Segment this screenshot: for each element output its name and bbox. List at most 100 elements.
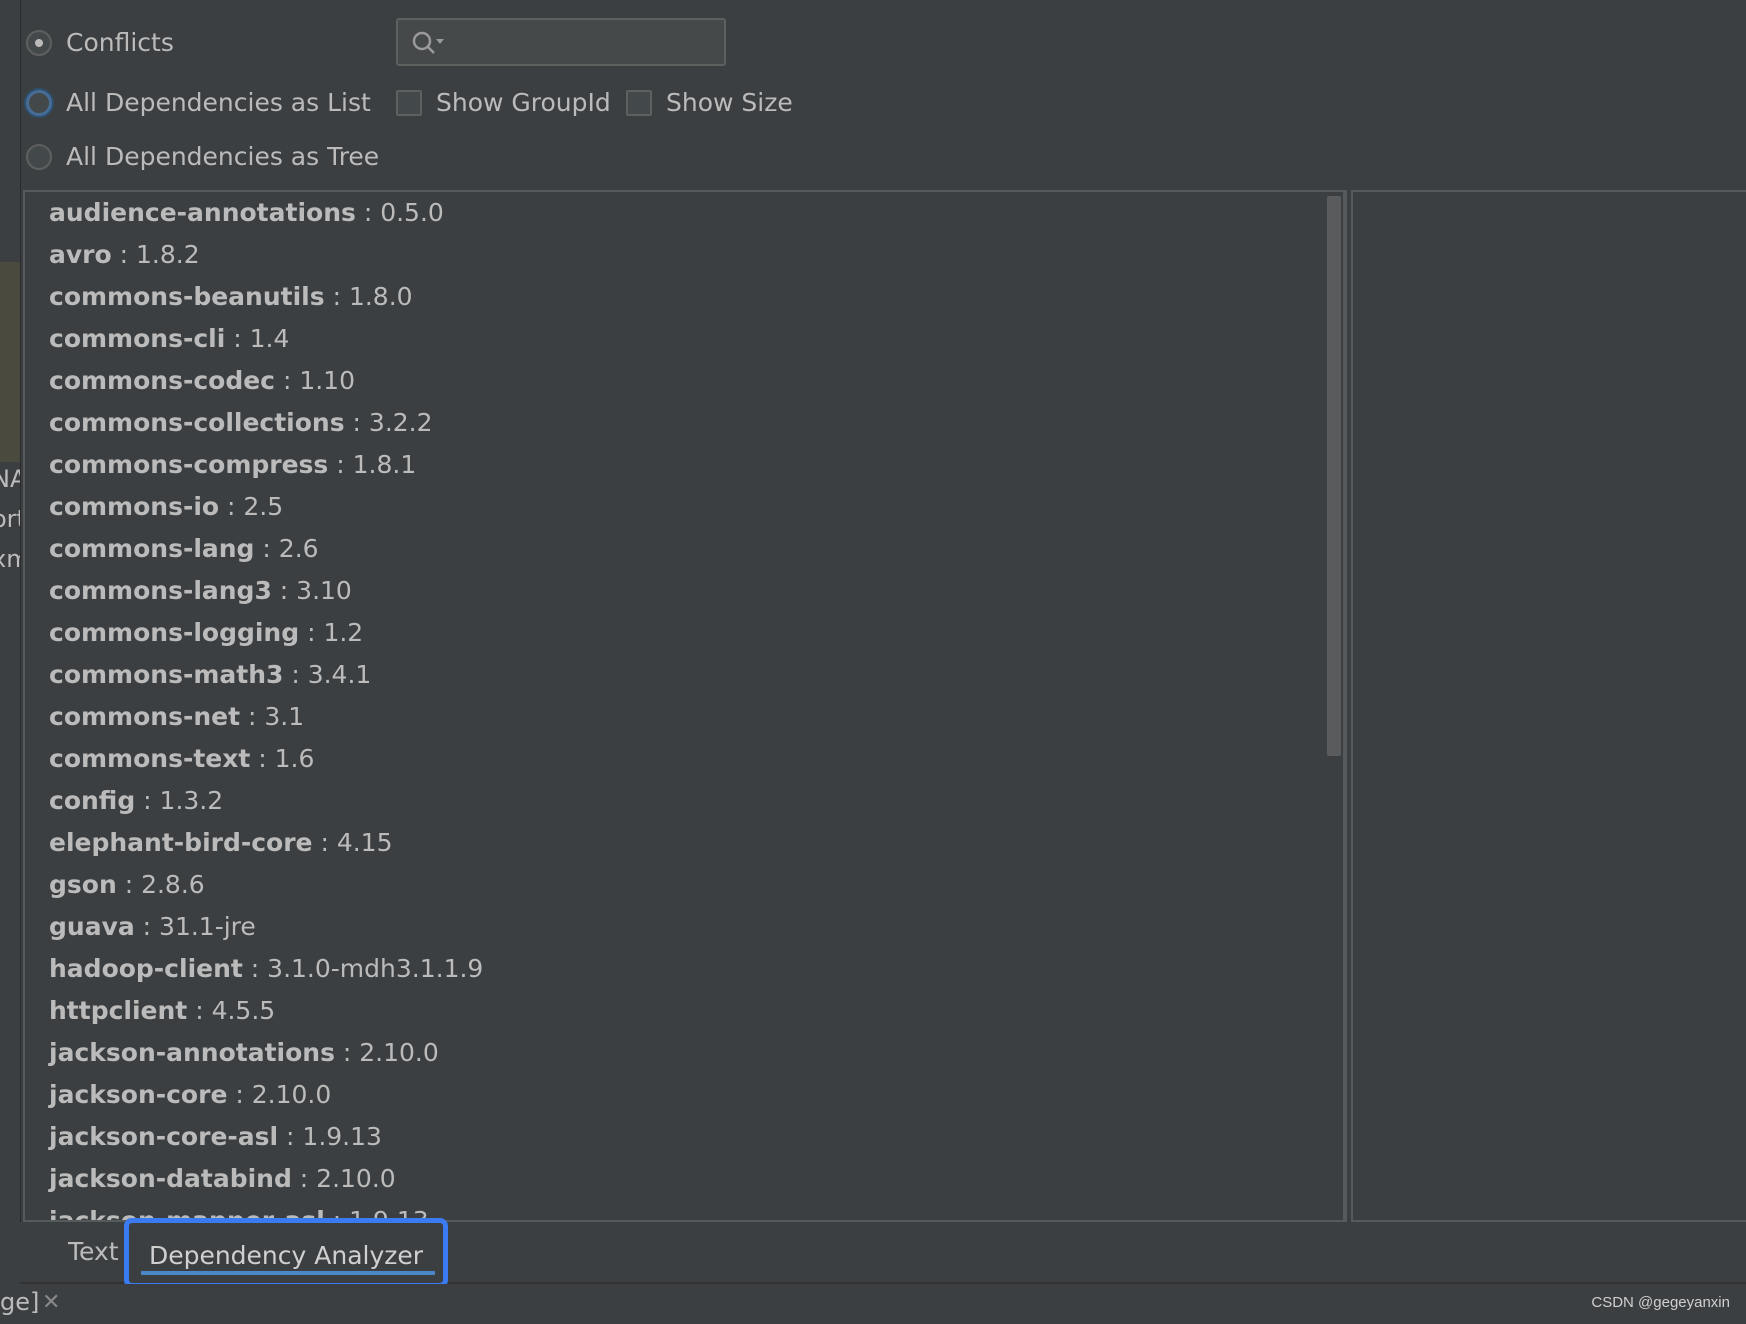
show-size-checkbox[interactable]: Show Size <box>626 88 793 117</box>
radio-tree-label: All Dependencies as Tree <box>66 142 380 171</box>
dependency-version: : 1.3.2 <box>135 786 224 815</box>
dependency-name: config <box>49 786 136 815</box>
show-groupid-checkbox[interactable]: Show GroupId <box>396 88 611 117</box>
dependency-list[interactable]: audience-annotations : 0.5.0 avro : 1.8.2… <box>49 192 483 1220</box>
edge-fragment-2: ort <box>0 505 20 533</box>
dependency-version: : 1.10 <box>275 366 355 395</box>
dependency-version: : 0.5.0 <box>355 198 444 227</box>
dependency-row[interactable]: commons-codec : 1.10 <box>49 360 483 402</box>
dependency-name: commons-net <box>49 702 241 731</box>
dependency-row[interactable]: commons-beanutils : 1.8.0 <box>49 276 483 318</box>
radio-list-label: All Dependencies as List <box>66 88 371 117</box>
panel-splitter[interactable] <box>1345 190 1353 1222</box>
dependency-row[interactable]: httpclient : 4.5.5 <box>49 990 483 1032</box>
dependency-row[interactable]: config : 1.3.2 <box>49 780 483 822</box>
dependency-name: commons-collections <box>49 408 345 437</box>
dependency-name: hadoop-client <box>49 954 243 983</box>
dependency-row[interactable]: jackson-core-asl : 1.9.13 <box>49 1116 483 1158</box>
dependency-name: commons-cli <box>49 324 226 353</box>
dependency-row[interactable]: commons-cli : 1.4 <box>49 318 483 360</box>
dependency-row[interactable]: gson : 2.8.6 <box>49 864 483 906</box>
dependency-row[interactable]: jackson-core : 2.10.0 <box>49 1074 483 1116</box>
dependency-row[interactable]: commons-lang : 2.6 <box>49 528 483 570</box>
dependency-name: elephant-bird-core <box>49 828 313 857</box>
dependency-version: : 1.8.1 <box>328 450 417 479</box>
dependency-name: avro <box>49 240 112 269</box>
radio-all-dependencies-list[interactable]: All Dependencies as List <box>26 88 371 117</box>
dependency-version: : 2.5 <box>219 492 284 521</box>
dependency-name: commons-text <box>49 744 251 773</box>
bottom-strip: ge] ✕ CSDN @gegeyanxin <box>0 1284 1746 1324</box>
dependency-version: : 3.1.0-mdh3.1.1.9 <box>242 954 484 983</box>
show-groupid-box[interactable] <box>396 89 422 116</box>
dependency-version: : 4.15 <box>312 828 393 857</box>
dependency-name: jackson-annotations <box>49 1038 335 1067</box>
dependency-version: : 2.8.6 <box>116 870 205 899</box>
dependency-row[interactable]: commons-lang3 : 3.10 <box>49 570 483 612</box>
dependency-version: : 1.6 <box>250 744 315 773</box>
dependency-row[interactable]: hadoop-client : 3.1.0-mdh3.1.1.9 <box>49 948 483 990</box>
active-tab-underline <box>141 1271 435 1275</box>
dependency-name: commons-lang3 <box>49 576 272 605</box>
dependency-version: : 1.4 <box>225 324 290 353</box>
search-icon[interactable] <box>410 29 446 57</box>
dependency-version: : 2.10.0 <box>334 1038 439 1067</box>
dependency-row[interactable]: guava : 31.1-jre <box>49 906 483 948</box>
dependency-version: : 3.1 <box>240 702 305 731</box>
dependency-row[interactable]: audience-annotations : 0.5.0 <box>49 192 483 234</box>
dependency-version: : 1.9.13 <box>278 1122 382 1151</box>
dependency-version: : 2.10.0 <box>291 1164 396 1193</box>
tab-dependency-analyzer[interactable]: Dependency Analyzer <box>124 1218 448 1288</box>
tab-text[interactable]: Text <box>68 1222 119 1282</box>
dependency-name: commons-math3 <box>49 660 284 689</box>
dependency-row[interactable]: commons-math3 : 3.4.1 <box>49 654 483 696</box>
radio-tree-indicator[interactable] <box>26 143 52 170</box>
dependency-row[interactable]: elephant-bird-core : 4.15 <box>49 822 483 864</box>
tab-dependency-analyzer-label: Dependency Analyzer <box>148 1241 424 1270</box>
edge-accent-bar <box>0 262 20 462</box>
dependency-version: : 1.8.2 <box>111 240 200 269</box>
radio-conflicts[interactable]: Conflicts <box>26 28 174 57</box>
dependency-detail-panel <box>1353 190 1746 1222</box>
dependency-name: commons-logging <box>49 618 300 647</box>
radio-all-dependencies-tree[interactable]: All Dependencies as Tree <box>26 142 379 171</box>
dependency-row[interactable]: jackson-databind : 2.10.0 <box>49 1158 483 1200</box>
dependency-row[interactable]: commons-io : 2.5 <box>49 486 483 528</box>
close-icon[interactable]: ✕ <box>42 1290 60 1315</box>
dependency-row[interactable]: jackson-annotations : 2.10.0 <box>49 1032 483 1074</box>
dependency-name: gson <box>49 870 117 899</box>
dependency-row[interactable]: commons-compress : 1.8.1 <box>49 444 483 486</box>
dependency-name: httpclient <box>49 996 188 1025</box>
scrollbar-thumb[interactable] <box>1327 196 1341 756</box>
dependency-row[interactable]: commons-net : 3.1 <box>49 696 483 738</box>
search-input[interactable] <box>396 18 726 66</box>
dependency-name: jackson-core <box>49 1080 228 1109</box>
dependency-version: : 3.2.2 <box>344 408 433 437</box>
editor-tab-bar: Text Dependency Analyzer <box>20 1218 1746 1288</box>
dependency-list-panel[interactable]: audience-annotations : 0.5.0 avro : 1.8.2… <box>23 190 1345 1222</box>
dependency-row[interactable]: commons-logging : 1.2 <box>49 612 483 654</box>
dependency-name: commons-codec <box>49 366 275 395</box>
dependency-name: audience-annotations <box>49 198 356 227</box>
dependency-name: commons-io <box>49 492 220 521</box>
dependency-version: : 1.8.0 <box>324 282 413 311</box>
show-size-box[interactable] <box>626 89 652 116</box>
dependency-row[interactable]: commons-text : 1.6 <box>49 738 483 780</box>
dependency-row[interactable]: commons-collections : 3.2.2 <box>49 402 483 444</box>
edge-fragment-3: xm <box>0 545 20 573</box>
bottom-tab-fragment[interactable]: ge] <box>0 1288 39 1316</box>
dependency-version: : 4.5.5 <box>187 996 276 1025</box>
edge-fragment-1: NA <box>0 465 20 493</box>
show-groupid-label: Show GroupId <box>436 88 611 117</box>
dependency-name: commons-compress <box>49 450 329 479</box>
left-edge-strip: NA ort xm <box>0 0 21 1324</box>
dependency-version: : 3.10 <box>271 576 352 605</box>
radio-list-indicator[interactable] <box>26 89 52 116</box>
dependency-version: : 1.2 <box>299 618 364 647</box>
radio-conflicts-label: Conflicts <box>66 28 174 57</box>
radio-conflicts-indicator[interactable] <box>26 29 52 56</box>
dependency-version: : 3.4.1 <box>283 660 372 689</box>
dependency-version: : 31.1-jre <box>134 912 256 941</box>
dependency-row[interactable]: avro : 1.8.2 <box>49 234 483 276</box>
dependency-version: : 2.10.0 <box>227 1080 332 1109</box>
